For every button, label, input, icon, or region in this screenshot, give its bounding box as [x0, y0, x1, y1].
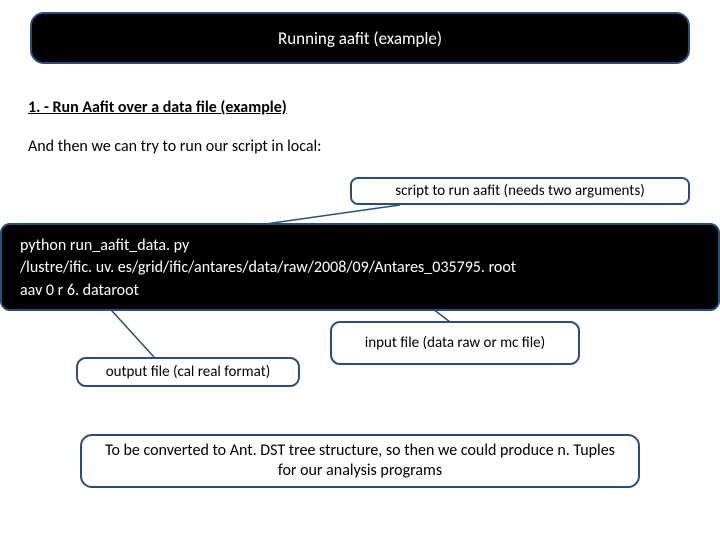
title-box: Running aafit (example): [30, 12, 690, 64]
title-text: Running aafit (example): [278, 28, 442, 49]
callout-input-text: input file (data raw or mc file): [365, 334, 545, 352]
callout-input: input file (data raw or mc file): [330, 321, 580, 365]
description-text: And then we can try to run our script in…: [28, 137, 321, 156]
code-line-2: /lustre/ific. uv. es/grid/ific/antares/d…: [20, 257, 700, 279]
slide: Running aafit (example) 1. - Run Aafit o…: [0, 0, 720, 540]
callout-output: output file (cal real format): [76, 357, 300, 387]
callout-output-text: output file (cal real format): [106, 363, 271, 381]
code-block: python run_aafit_data. py /lustre/ific. …: [0, 223, 720, 311]
code-line-1: python run_aafit_data. py: [20, 235, 700, 257]
step-heading: 1. - Run Aafit over a data file (example…: [28, 98, 287, 117]
footer-box: To be converted to Ant. DST tree structu…: [80, 434, 640, 488]
callout-script: script to run aafit (needs two arguments…: [350, 177, 690, 205]
footer-text: To be converted to Ant. DST tree structu…: [96, 441, 624, 481]
code-line-3: aav 0 r 6. dataroot: [20, 280, 700, 302]
callout-script-text: script to run aafit (needs two arguments…: [395, 182, 645, 200]
